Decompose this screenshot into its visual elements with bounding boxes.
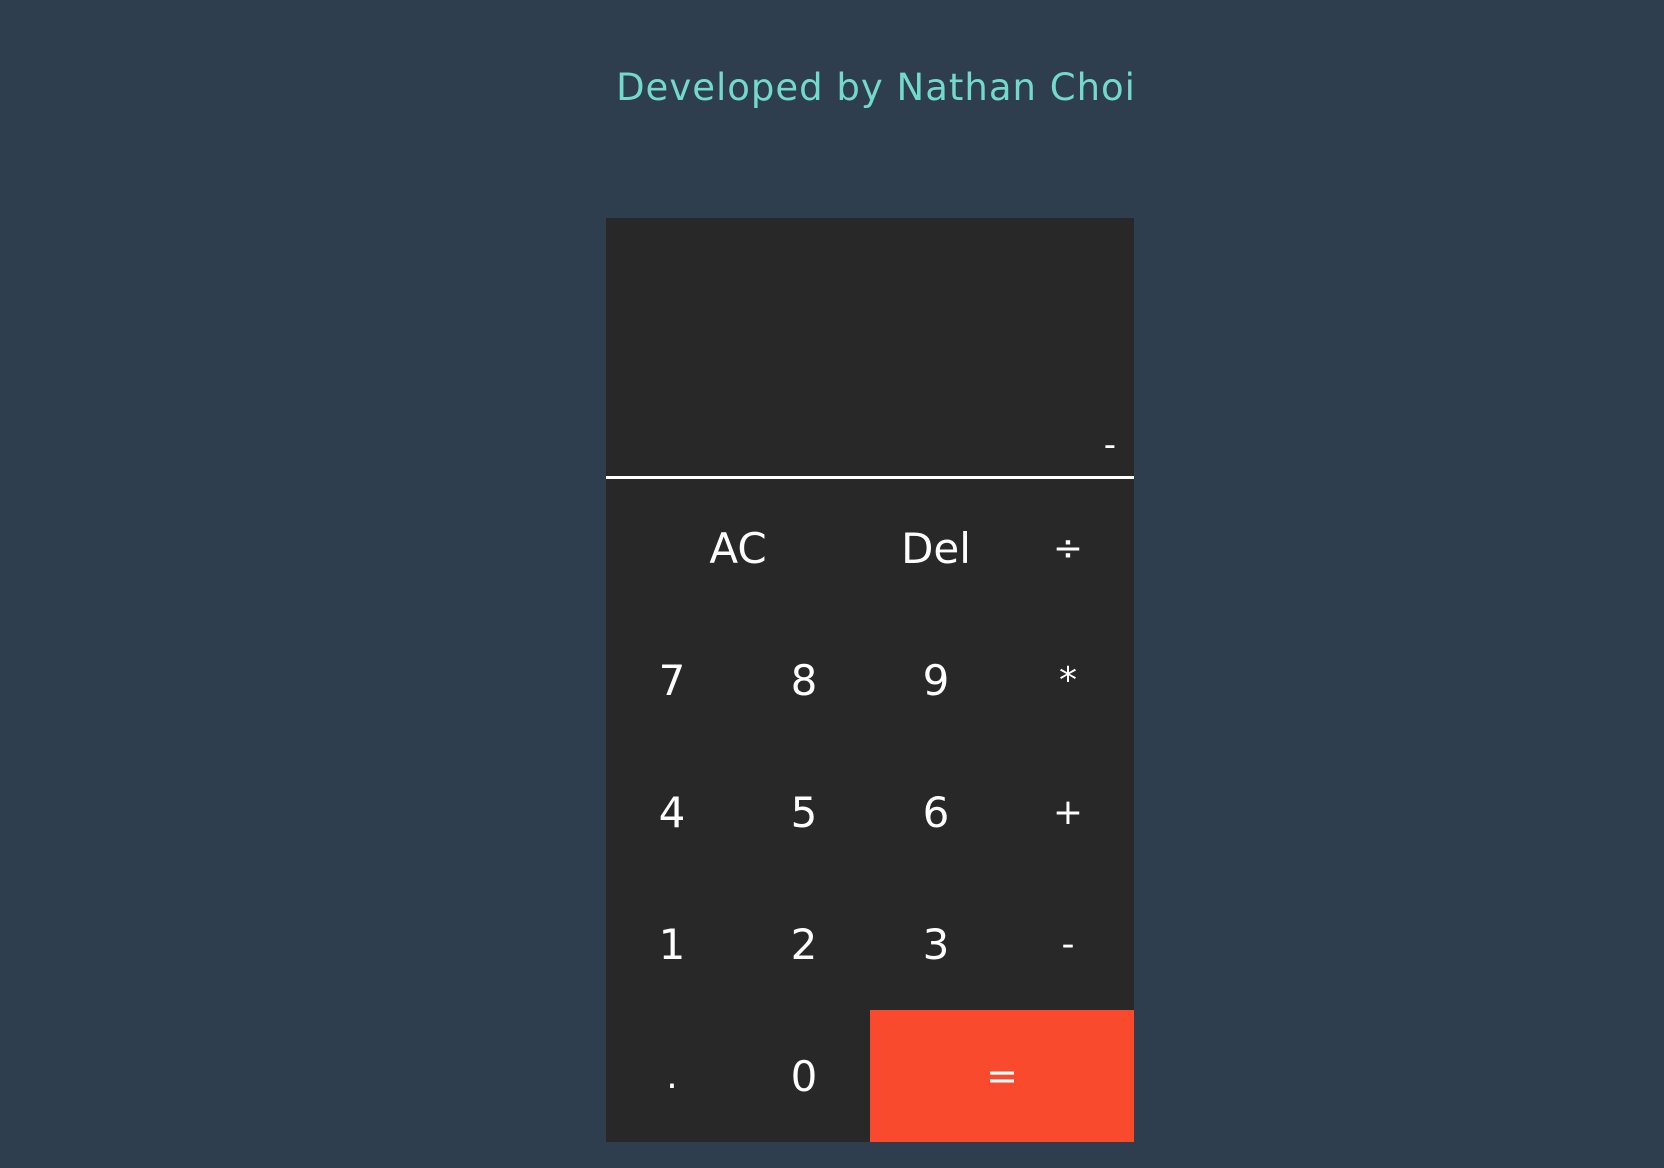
- digit-4-button[interactable]: 4: [606, 746, 738, 878]
- all-clear-button[interactable]: AC: [606, 482, 870, 614]
- developer-credit: Developed by Nathan Choi: [616, 66, 1136, 109]
- digit-3-button[interactable]: 3: [870, 878, 1002, 1010]
- multiply-button[interactable]: *: [1002, 614, 1134, 746]
- divide-button[interactable]: ÷: [1002, 482, 1134, 614]
- calculator-display: -: [606, 218, 1134, 479]
- digit-6-button[interactable]: 6: [870, 746, 1002, 878]
- equals-button[interactable]: =: [870, 1010, 1134, 1142]
- decimal-button[interactable]: .: [606, 1010, 738, 1142]
- digit-5-button[interactable]: 5: [738, 746, 870, 878]
- calculator: - AC Del ÷ 7 8 9 * 4 5 6 + 1 2 3 - . 0 =: [606, 218, 1134, 1142]
- digit-8-button[interactable]: 8: [738, 614, 870, 746]
- delete-button[interactable]: Del: [870, 482, 1002, 614]
- digit-1-button[interactable]: 1: [606, 878, 738, 1010]
- minus-button[interactable]: -: [1002, 878, 1134, 1010]
- digit-7-button[interactable]: 7: [606, 614, 738, 746]
- digit-9-button[interactable]: 9: [870, 614, 1002, 746]
- digit-2-button[interactable]: 2: [738, 878, 870, 1010]
- digit-0-button[interactable]: 0: [738, 1010, 870, 1142]
- display-value: -: [1103, 425, 1116, 465]
- plus-button[interactable]: +: [1002, 746, 1134, 878]
